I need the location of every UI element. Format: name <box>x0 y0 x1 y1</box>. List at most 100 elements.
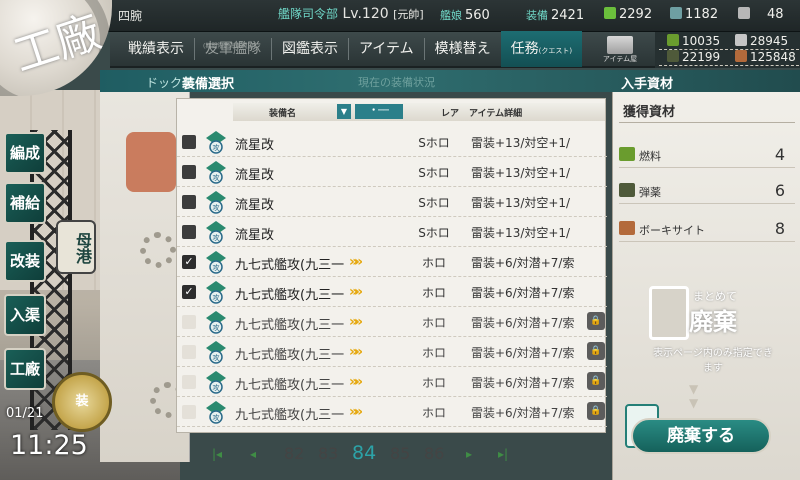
view-toggle-button[interactable]: ・── <box>355 104 403 119</box>
ammo-row: 弾薬 6 <box>619 178 795 204</box>
proficiency-chevrons: »» <box>349 254 363 270</box>
select-checkbox[interactable]: ✓ <box>182 255 196 269</box>
menu-remodel[interactable]: 改装 <box>4 240 46 282</box>
nav-friend-fleet[interactable]: 友軍艦隊 (期間限定海域開放) <box>195 31 271 67</box>
steel-value: 28945 <box>750 34 789 48</box>
select-checkbox[interactable] <box>182 405 196 419</box>
lock-icon[interactable]: 🔒 <box>587 402 605 420</box>
hq-level: 艦隊司令部 Lv.120 [元帥] <box>278 5 424 22</box>
equipment-row[interactable]: 攻 九七式艦攻(九三一 »» ホロ 雷装+6/対潜+7/索 🔒 <box>177 307 607 337</box>
select-checkbox[interactable] <box>182 345 196 359</box>
equip-value: 2421 <box>551 8 585 23</box>
ammo-icon <box>619 183 635 197</box>
equipment-row[interactable]: 攻 流星改 Sホロ 雷装+13/対空+1/ <box>177 217 607 247</box>
select-checkbox[interactable] <box>182 315 196 329</box>
select-checkbox[interactable] <box>182 135 196 149</box>
home-port-button[interactable]: 母港 <box>56 220 96 274</box>
rarity: ホロ <box>421 376 446 390</box>
last-page-button[interactable]: ▸| <box>498 447 508 461</box>
page-82[interactable]: 82 <box>284 444 304 463</box>
scrap-button[interactable]: 廃棄する <box>631 418 771 454</box>
bulk-scrap-button[interactable]: まとめて 廃棄 表示ページ内のみ指定できます <box>649 282 773 382</box>
rarity: Sホロ <box>418 166 450 180</box>
page-84-current[interactable]: 84 <box>352 442 376 464</box>
ammo-label: 弾薬 <box>639 186 661 199</box>
torpedo-bomber-icon: 攻 <box>206 281 226 304</box>
menu-organize[interactable]: 編成 <box>4 132 46 174</box>
equipment-detail: 雷装+6/対潜+7/索 <box>471 316 575 330</box>
sort-dropdown-button[interactable]: ▼ <box>337 104 351 119</box>
item-shop-button[interactable]: アイテム屋 <box>598 34 642 64</box>
first-page-button[interactable]: |◂ <box>212 447 222 461</box>
bucket-icon <box>604 7 616 19</box>
nav-record[interactable]: 戦績表示 <box>118 31 194 67</box>
bauxite-row: ボーキサイト 8 <box>619 216 795 242</box>
arsenal-emblem[interactable]: 工廠 <box>0 0 112 96</box>
bulk-big-label: 廃棄 <box>689 308 737 336</box>
bauxite-label: ボーキサイト <box>639 224 705 237</box>
torpedo-bomber-icon: 攻 <box>206 371 226 394</box>
acquired-title: 獲得資材 <box>623 105 676 120</box>
select-checkbox[interactable] <box>182 375 196 389</box>
chevron-down-icon: ▼ ▼ <box>689 382 699 410</box>
equipment-name: 流星改 <box>235 138 275 153</box>
equipment-row[interactable]: ✓ 攻 九七式艦攻(九三一 »» ホロ 雷装+6/対潜+7/索 <box>177 247 607 277</box>
screw-icon <box>738 7 750 19</box>
lock-icon[interactable]: 🔒 <box>587 372 605 390</box>
equipment-row[interactable]: 攻 九七式艦攻(九三一 »» ホロ 雷装+6/対潜+7/索 🔒 <box>177 367 607 397</box>
lock-icon[interactable]: 🔒 <box>587 342 605 360</box>
screw-count: 48 <box>738 7 784 22</box>
ammo-stock: 22199 <box>667 50 720 64</box>
equipment-row[interactable]: 攻 流星改 Sホロ 雷装+13/対空+1/ <box>177 187 607 217</box>
nav-items[interactable]: アイテム <box>349 31 424 67</box>
select-checkbox[interactable] <box>182 165 196 179</box>
equipment-list: 装備名 ▼ ・── レア アイテム詳細 攻流星改 Sホロ 雷装+13/対空+1/攻流… <box>176 98 607 433</box>
fuel-value: 10035 <box>682 34 721 48</box>
equipment-detail: 雷装+6/対潜+7/索 <box>471 376 575 390</box>
equipment-row[interactable]: 攻 流星改 Sホロ 雷装+13/対空+1/ <box>177 157 607 187</box>
torpedo-bomber-icon: 攻 <box>206 401 226 424</box>
equipment-row[interactable]: 攻 流星改 Sホロ 雷装+13/対空+1/ <box>177 127 607 157</box>
bauxite-gain: 8 <box>774 219 785 238</box>
proficiency-chevrons: »» <box>349 404 363 420</box>
equipment-row[interactable]: ✓ 攻 九七式艦攻(九三一 »» ホロ 雷装+6/対潜+7/索 <box>177 277 607 307</box>
fuel-row: 燃料 4 <box>619 142 795 168</box>
nav-library[interactable]: 図鑑表示 <box>272 31 348 67</box>
next-page-button[interactable]: ▸ <box>466 447 472 461</box>
equipment-detail: 雷装+13/対空+1/ <box>471 196 571 210</box>
bucket-value: 2292 <box>619 7 653 22</box>
rarity: Sホロ <box>418 226 450 240</box>
equipment-name: 九七式艦攻(九三一 <box>235 318 345 333</box>
nav-quest[interactable]: 任務(クエスト) <box>500 31 583 67</box>
menu-repair[interactable]: 入渠 <box>4 294 46 336</box>
rank: [元帥] <box>393 8 424 21</box>
svg-text:攻: 攻 <box>213 323 220 332</box>
equipment-name: 九七式艦攻(九三一 <box>235 258 345 273</box>
menu-arsenal[interactable]: 工廠 <box>4 348 46 390</box>
select-checkbox[interactable] <box>182 225 196 239</box>
fuel-icon <box>667 34 679 46</box>
nav-friend-fleet-sub: (期間限定海域開放) <box>203 43 256 50</box>
select-checkbox[interactable] <box>182 195 196 209</box>
trash-bin-icon <box>649 286 689 340</box>
equipment-round-button[interactable]: 装 <box>52 372 112 432</box>
equipment-row[interactable]: 攻 九七式艦攻(九三一 »» ホロ 雷装+6/対潜+7/索 🔒 <box>177 337 607 367</box>
nav-quest-label: 任務 <box>510 41 539 57</box>
shop-crate-icon <box>607 36 633 54</box>
equipment-detail: 雷装+13/対空+1/ <box>471 226 571 240</box>
time-display: 11:25 <box>10 430 88 461</box>
svg-text:攻: 攻 <box>213 383 220 392</box>
equip-label: 装備 <box>526 9 548 22</box>
torpedo-bomber-icon: 攻 <box>206 131 226 154</box>
select-checkbox[interactable]: ✓ <box>182 285 196 299</box>
page-85[interactable]: 85 <box>390 444 410 463</box>
prev-page-button[interactable]: ◂ <box>250 447 256 461</box>
page-86[interactable]: 86 <box>424 444 444 463</box>
devmat-icon <box>670 7 682 19</box>
ammo-icon <box>667 50 679 62</box>
lock-icon[interactable]: 🔒 <box>587 312 605 330</box>
equipment-row[interactable]: 攻 九七式艦攻(九三一 »» ホロ 雷装+6/対潜+7/索 🔒 <box>177 397 607 427</box>
nav-furniture[interactable]: 模様替え <box>425 31 501 67</box>
page-83[interactable]: 83 <box>318 444 338 463</box>
menu-supply[interactable]: 補給 <box>4 182 46 224</box>
